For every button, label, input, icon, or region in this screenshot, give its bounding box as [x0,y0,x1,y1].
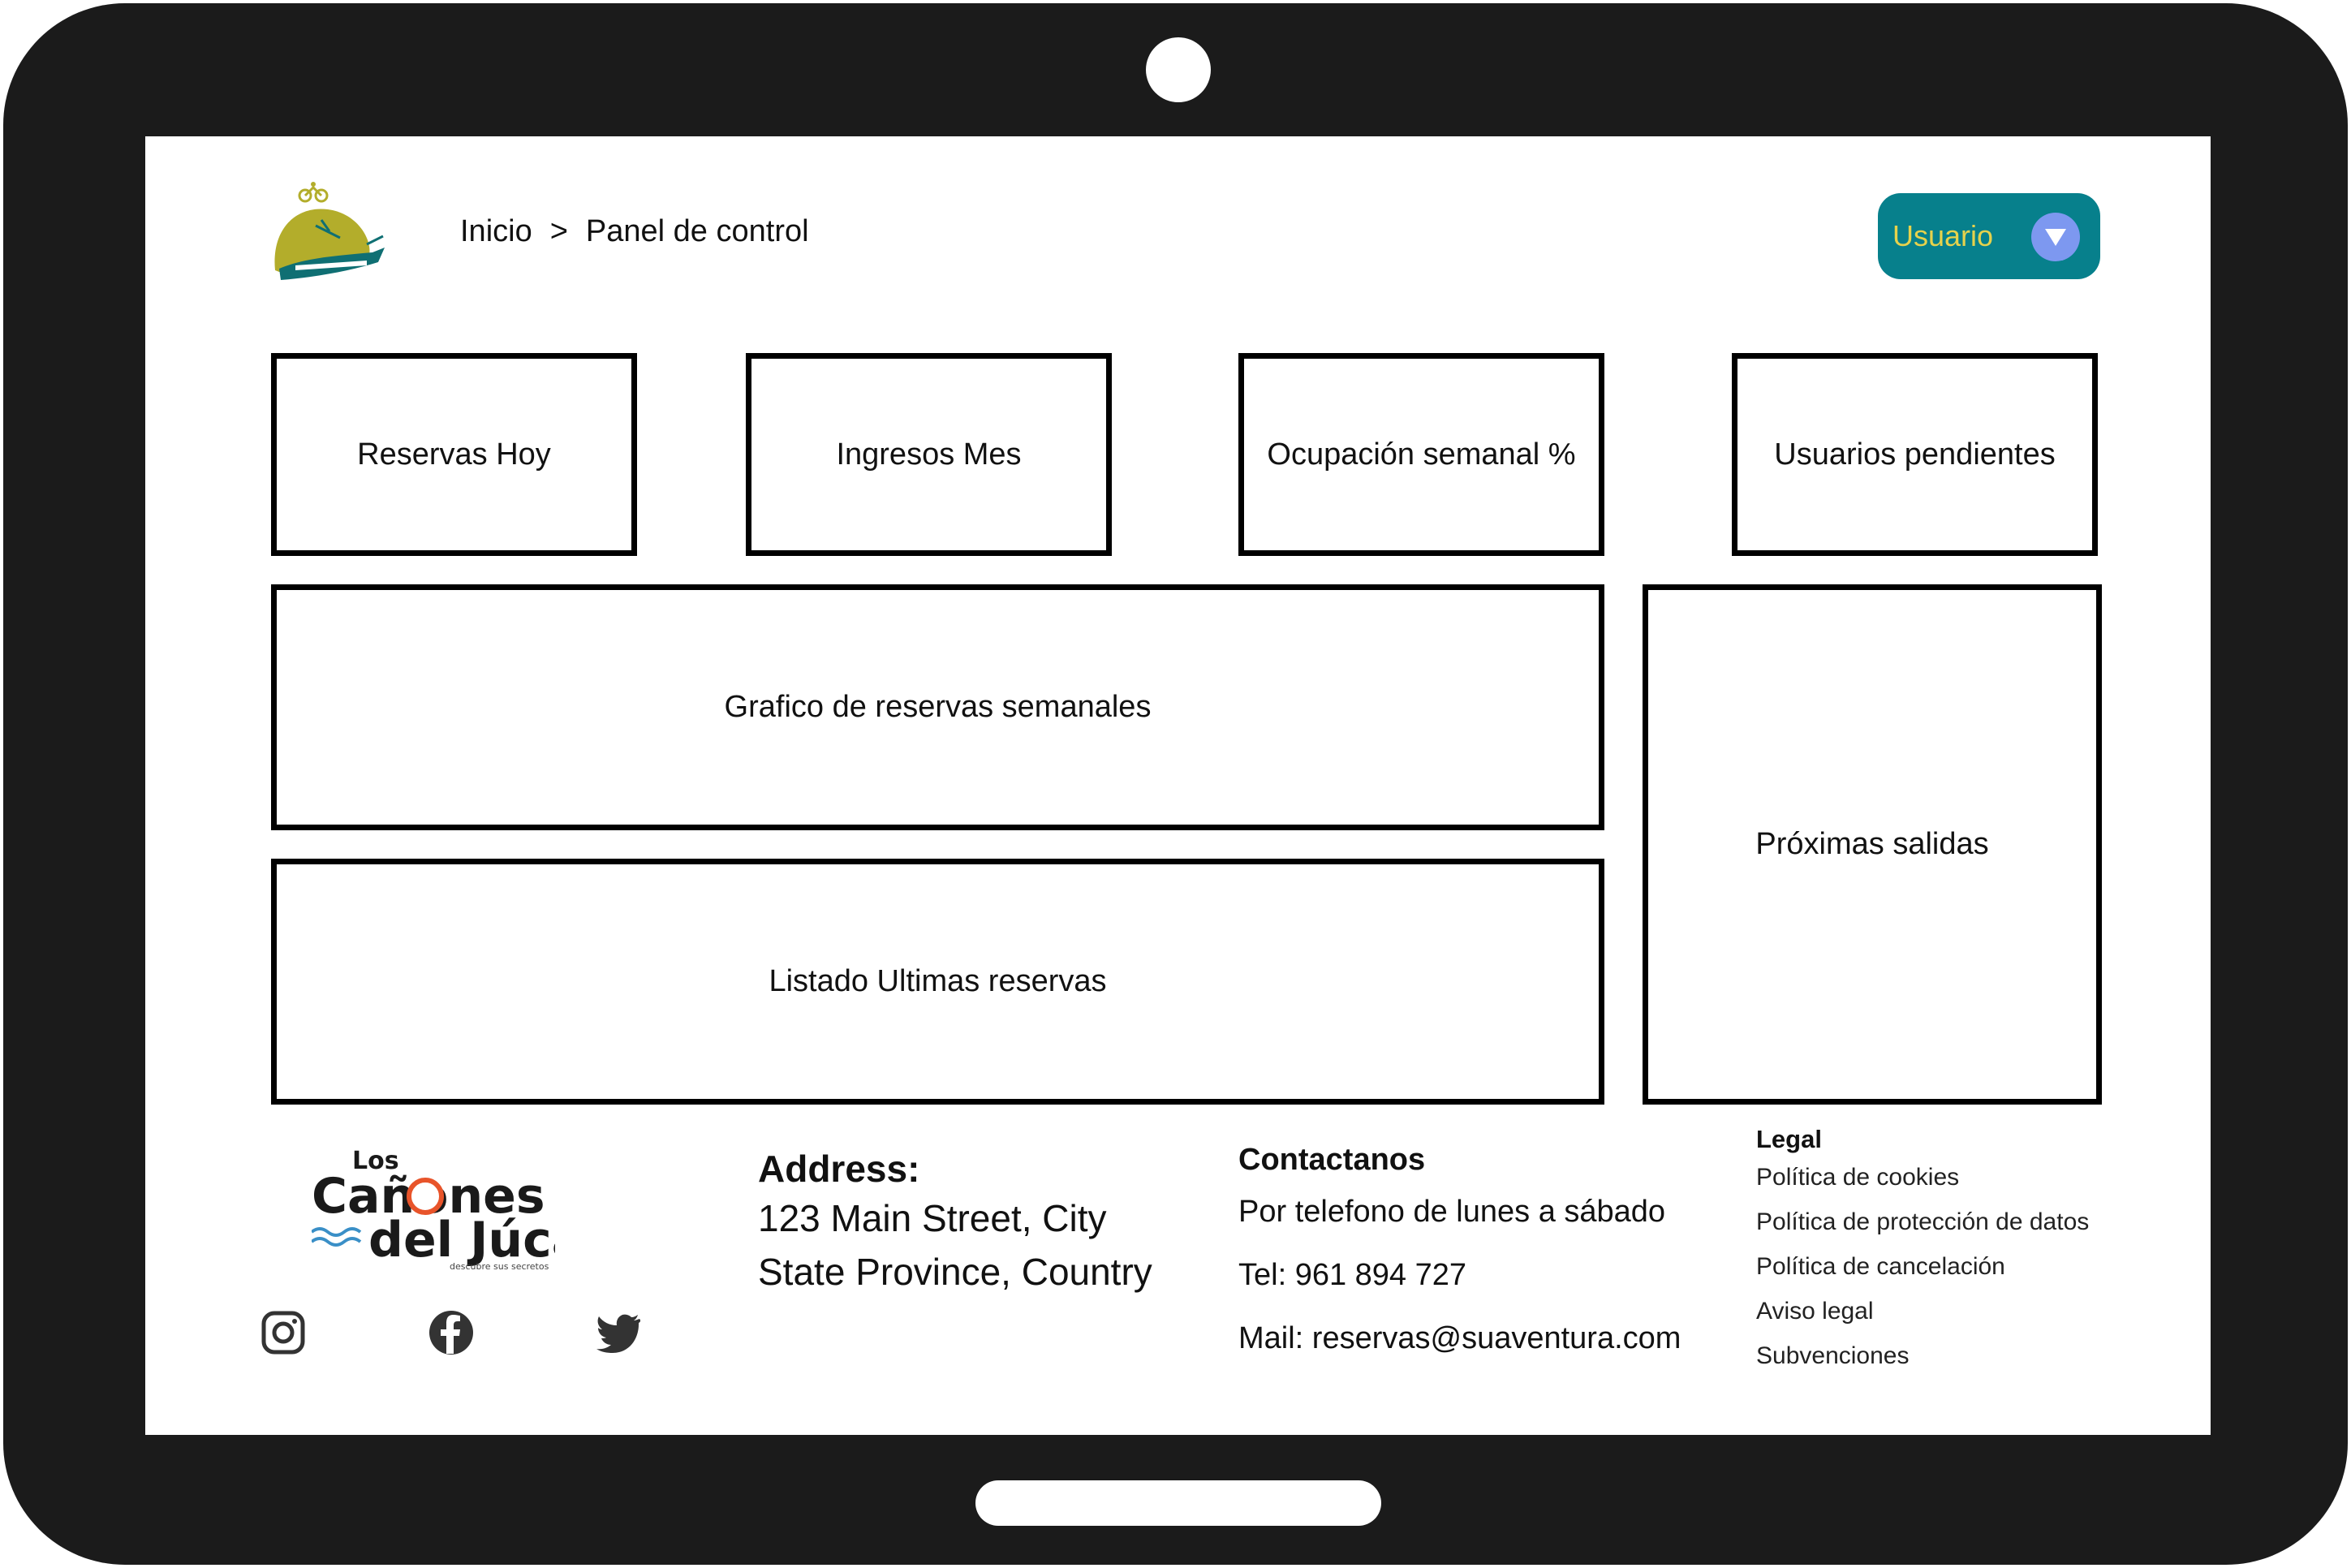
kpi-label: Reservas Hoy [357,437,551,472]
contact-hours: Por telefono de lunes a sábado [1238,1195,1666,1229]
kpi-card-usuarios-pendientes[interactable]: Usuarios pendientes [1732,353,2098,556]
lifebuoy-icon [407,1178,444,1215]
breadcrumb-home[interactable]: Inicio [460,214,532,249]
logo-line3: del Júcar [368,1212,555,1269]
camera-dot [1146,37,1211,102]
address-line1: 123 Main Street, City [758,1197,1107,1239]
address-title: Address: [758,1148,920,1190]
kpi-label: Ocupación semanal % [1267,437,1576,472]
panel-label: Listado Ultimas reservas [769,964,1107,998]
contact-phone[interactable]: Tel: 961 894 727 [1238,1258,1466,1293]
kpi-card-reservas-hoy[interactable]: Reservas Hoy [271,353,637,556]
brand-logo-icon[interactable] [271,181,389,286]
kpi-card-ocupacion-semanal[interactable]: Ocupación semanal % [1238,353,1604,556]
breadcrumb-current: Panel de control [585,214,809,248]
legal-link-data-protection[interactable]: Política de protección de datos [1756,1208,2089,1236]
kpi-label: Usuarios pendientes [1774,437,2056,472]
footer-brand-logo[interactable]: Los Cañones del Júcar descubre sus secre… [312,1143,555,1273]
home-bar [975,1480,1381,1526]
contact-title: Contactanos [1238,1143,1426,1177]
panel-label: Próximas salidas [1755,827,1989,861]
upcoming-departures-panel[interactable]: Próximas salidas [1643,584,2102,1105]
weekly-bookings-chart-panel[interactable]: Grafico de reservas semanales [271,584,1604,830]
breadcrumb: Inicio > Panel de control [460,214,809,249]
panel-label: Grafico de reservas semanales [724,690,1152,724]
legal-title: Legal [1756,1125,1822,1153]
breadcrumb-separator: > [549,214,568,248]
user-menu-button[interactable]: Usuario [1878,193,2100,279]
address-line2: State Province, Country [758,1251,1152,1293]
legal-link-cancellation[interactable]: Política de cancelación [1756,1253,2005,1281]
facebook-icon[interactable] [427,1308,476,1357]
kpi-card-ingresos-mes[interactable]: Ingresos Mes [746,353,1112,556]
logo-tagline: descubre sus secretos [450,1261,549,1272]
user-menu-label: Usuario [1892,219,1994,252]
contact-mail[interactable]: Mail: reservas@suaventura.com [1238,1321,1681,1356]
legal-link-cookies[interactable]: Política de cookies [1756,1164,1959,1191]
twitter-icon[interactable] [594,1308,643,1357]
waves-icon [312,1227,362,1247]
latest-bookings-panel[interactable]: Listado Ultimas reservas [271,859,1604,1105]
tablet-frame: Inicio > Panel de control Usuario Reserv… [3,3,2348,1565]
instagram-icon[interactable] [259,1308,308,1357]
kpi-label: Ingresos Mes [836,437,1022,472]
legal-link-grants[interactable]: Subvenciones [1756,1342,1909,1370]
app-screen: Inicio > Panel de control Usuario Reserv… [145,136,2211,1435]
legal-link-legal-notice[interactable]: Aviso legal [1756,1298,1874,1325]
chevron-down-icon [2031,213,2080,261]
